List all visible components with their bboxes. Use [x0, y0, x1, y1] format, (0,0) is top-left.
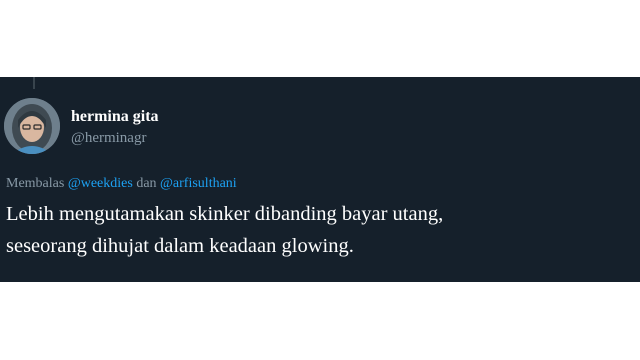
reply-context: Membalas @weekdies dan @arfisulthani [6, 176, 237, 192]
author-display-name[interactable]: hermina gita [71, 108, 159, 126]
tweet-text-line-1: Lebih mengutamakan skinker dibanding bay… [6, 203, 444, 225]
reply-prefix: Membalas [6, 176, 65, 191]
tweet-text-line-2: seseorang dihujat dalam keadaan glowing. [6, 235, 354, 257]
mention-link-arfisulthani[interactable]: @arfisulthani [160, 176, 237, 191]
author-handle[interactable]: @herminagr [71, 130, 146, 147]
avatar-photo-icon [4, 98, 60, 154]
mention-link-weekdies[interactable]: @weekdies [68, 176, 133, 191]
thread-connector-line [33, 77, 35, 89]
avatar[interactable] [4, 98, 60, 154]
tweet-text: Lebih mengutamakan skinker dibanding bay… [6, 198, 631, 262]
reply-conjunction: dan [136, 176, 157, 191]
